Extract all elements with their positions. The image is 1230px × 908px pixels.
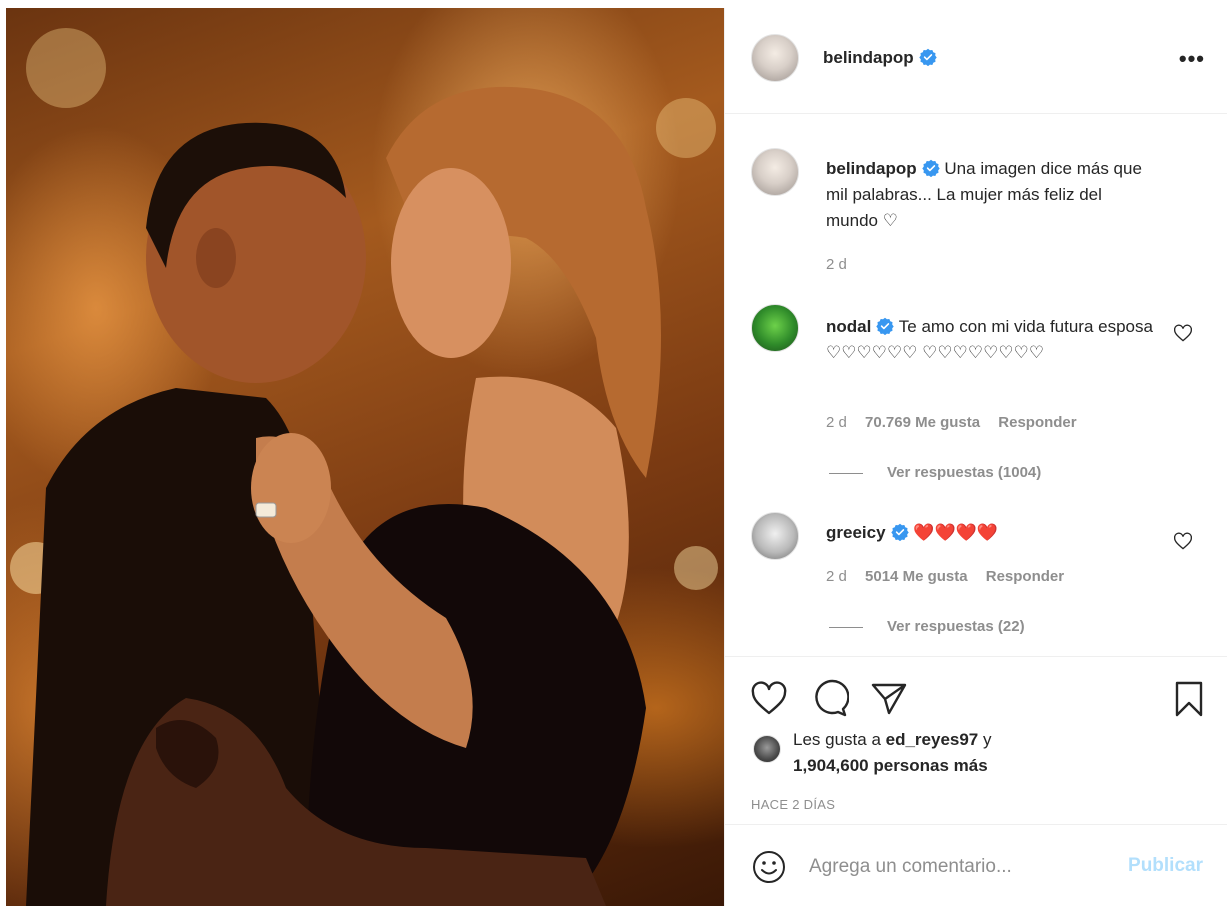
comment-username[interactable]: nodal <box>826 317 871 336</box>
view-replies-button[interactable]: Ver respuestas (1004) <box>829 464 1041 481</box>
post-time-ago[interactable]: HACE 2 DÍAS <box>751 797 835 812</box>
post-details-panel: belindapop ••• belindapop Una imagen dic… <box>724 8 1227 906</box>
reply-button[interactable]: Responder <box>986 568 1064 585</box>
comment-meta: 2 d 5014 Me gusta Responder <box>826 568 1078 585</box>
replies-divider <box>829 626 863 628</box>
post-actions: Les gusta a ed_reyes97 y 1,904,600 perso… <box>725 656 1227 824</box>
comment-body: nodal Te amo con mi vida futura esposa ♡… <box>826 314 1156 366</box>
comment-bubble-icon[interactable] <box>809 679 849 719</box>
verified-badge-icon <box>918 48 937 66</box>
emoji-smiley-icon[interactable] <box>751 849 787 885</box>
comment-likes[interactable]: 5014 Me gusta <box>865 568 968 585</box>
likes-prefix: Les gusta a <box>793 730 886 749</box>
liker-avatar[interactable] <box>753 735 781 763</box>
caption-body: belindapop Una imagen dice más que mil p… <box>826 156 1156 234</box>
caption-avatar[interactable] <box>751 148 799 196</box>
view-replies-label: Ver respuestas (22) <box>887 618 1025 635</box>
comment-input[interactable] <box>809 851 1109 883</box>
view-replies-label: Ver respuestas (1004) <box>887 464 1042 481</box>
post-photo[interactable] <box>6 8 724 906</box>
publish-button[interactable]: Publicar <box>1128 855 1203 877</box>
comment-likes[interactable]: 70.769 Me gusta <box>865 414 980 431</box>
comment-like-heart-icon[interactable] <box>1173 324 1193 344</box>
verified-badge-icon <box>890 523 909 541</box>
save-bookmark-icon[interactable] <box>1169 679 1209 719</box>
caption-username[interactable]: belindapop <box>826 159 917 178</box>
likes-others-count[interactable]: 1,904,600 personas más <box>793 756 988 775</box>
author-username-row: belindapop <box>823 48 937 68</box>
verified-badge-icon <box>876 317 895 335</box>
comment-composer: Publicar <box>725 824 1227 906</box>
photo-silhouettes <box>10 28 718 906</box>
share-send-icon[interactable] <box>869 679 909 719</box>
liker-username[interactable]: ed_reyes97 <box>886 730 979 749</box>
verified-badge-icon <box>921 159 940 177</box>
post-header: belindapop ••• <box>725 8 1227 114</box>
comment-text: ❤️❤️❤️❤️ <box>913 523 998 542</box>
comment-body: greeicy ❤️❤️❤️❤️ <box>826 520 1156 546</box>
comment-text: Te amo con mi vida futura esposa ♡♡♡♡♡♡ … <box>826 317 1153 362</box>
like-heart-icon[interactable] <box>749 679 789 719</box>
likes-summary: Les gusta a ed_reyes97 y 1,904,600 perso… <box>793 727 992 779</box>
instagram-post-frame: belindapop ••• belindapop Una imagen dic… <box>0 0 1230 908</box>
author-avatar[interactable] <box>751 34 799 82</box>
comment-avatar[interactable] <box>751 304 799 352</box>
caption-time: 2 d <box>826 256 847 273</box>
reply-button[interactable]: Responder <box>998 414 1076 431</box>
comment-meta: 2 d 70.769 Me gusta Responder <box>826 414 1091 431</box>
likes-conj: y <box>978 730 992 749</box>
comment-time: 2 d <box>826 568 847 585</box>
author-username[interactable]: belindapop <box>823 48 914 67</box>
view-replies-button[interactable]: Ver respuestas (22) <box>829 618 1025 635</box>
comment-time: 2 d <box>826 414 847 431</box>
caption-meta: 2 d <box>826 256 861 273</box>
replies-divider <box>829 472 863 474</box>
comment-like-heart-icon[interactable] <box>1173 532 1193 552</box>
comment-username[interactable]: greeicy <box>826 523 886 542</box>
more-options-icon[interactable]: ••• <box>1179 46 1205 72</box>
comment-avatar[interactable] <box>751 512 799 560</box>
